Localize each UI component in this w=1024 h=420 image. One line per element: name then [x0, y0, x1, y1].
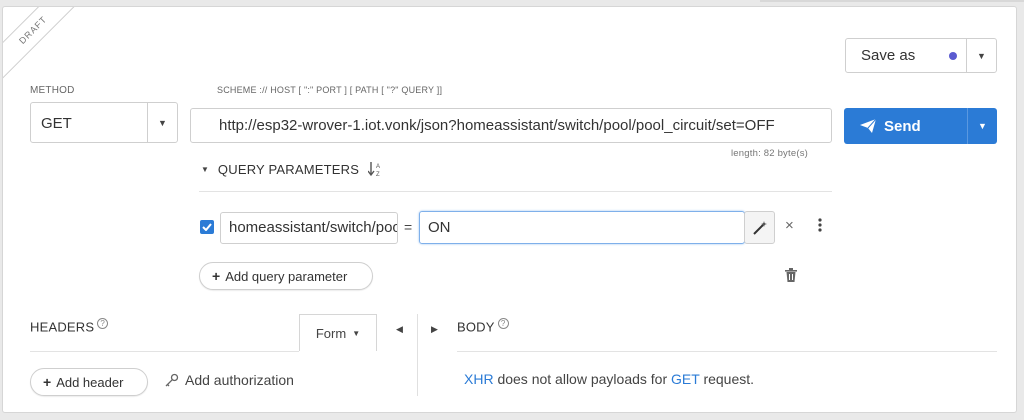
collapse-left-icon[interactable]: ◀	[396, 324, 403, 335]
get-link[interactable]: GET	[671, 371, 700, 387]
param-equals-sign: =	[404, 219, 413, 235]
send-button-group: Send ▼	[844, 108, 997, 144]
body-title-row: BODY?	[457, 318, 509, 334]
magic-wand-button[interactable]	[744, 211, 775, 244]
url-scheme-hint: SCHEME :// HOST [ ":" PORT ] [ PATH [ "?…	[217, 85, 443, 95]
url-length: length: 82 byte(s)	[731, 148, 809, 159]
save-as-button-group: Save as ▼	[845, 38, 997, 73]
headers-divider	[30, 351, 299, 352]
add-authorization-link[interactable]: Add authorization	[165, 372, 294, 388]
draft-ribbon: DRAFT	[3, 7, 85, 82]
caret-down-icon: ▼	[201, 164, 209, 174]
paper-plane-icon	[860, 119, 876, 133]
method-value: GET	[41, 115, 72, 132]
magic-wand-icon	[752, 220, 767, 235]
trash-icon[interactable]	[785, 268, 797, 287]
unsaved-dot-icon	[949, 52, 957, 60]
form-tab-label: Form	[315, 325, 347, 341]
query-parameters-title: QUERY PARAMETERS	[217, 161, 360, 177]
xhr-link[interactable]: XHR	[464, 371, 494, 387]
body-message: XHR does not allow payloads for GET requ…	[464, 371, 754, 387]
svg-text:A: A	[376, 164, 380, 170]
plus-icon: +	[43, 374, 52, 390]
top-edge-line	[760, 0, 1024, 2]
param-name-input[interactable]: homeassistant/switch/pool/pool_circuit/s…	[220, 212, 398, 244]
body-title: BODY	[457, 319, 495, 335]
expand-right-icon[interactable]: ▶	[431, 324, 438, 335]
svg-text:Z: Z	[376, 172, 380, 177]
add-query-parameter-label: Add query parameter	[225, 268, 348, 284]
query-parameters-toggle[interactable]: ▼ QUERY PARAMETERS AZ	[201, 161, 382, 178]
body-message-mid: does not allow payloads for	[497, 371, 668, 387]
caret-down-icon: ▼	[978, 121, 987, 131]
send-button[interactable]: Send	[844, 108, 967, 144]
url-input[interactable]: http://esp32-wrover-1.iot.vonk/json?home…	[190, 108, 832, 143]
plus-icon: +	[212, 268, 221, 284]
panel-splitter[interactable]	[417, 314, 418, 396]
headers-title: HEADERS	[30, 319, 95, 335]
body-message-end: request.	[703, 371, 755, 387]
help-icon[interactable]: ?	[97, 318, 109, 329]
form-tab[interactable]: Form ▼	[299, 314, 377, 351]
headers-title-row: HEADERS?	[30, 318, 109, 335]
add-authorization-label: Add authorization	[185, 372, 294, 388]
body-divider	[457, 351, 997, 352]
save-as-dropdown-button[interactable]: ▼	[966, 39, 996, 72]
save-as-label: Save as	[861, 47, 916, 64]
remove-param-icon[interactable]: ×	[785, 217, 794, 234]
checkmark-icon	[202, 223, 212, 231]
method-label: METHOD	[30, 85, 75, 96]
request-card: DRAFT Save as ▼ METHOD GET ▼ SCHEME :// …	[2, 6, 1017, 413]
query-parameters-divider	[199, 191, 832, 192]
caret-down-icon[interactable]: ▼	[147, 103, 177, 142]
add-header-button[interactable]: + Add header	[30, 368, 148, 396]
help-icon[interactable]: ?	[497, 318, 509, 329]
add-header-label: Add header	[56, 374, 124, 390]
key-icon	[165, 373, 179, 387]
add-query-parameter-button[interactable]: + Add query parameter	[199, 262, 373, 290]
more-options-icon[interactable]	[816, 217, 824, 233]
param-enabled-checkbox[interactable]	[200, 220, 214, 234]
method-select[interactable]: GET ▼	[30, 102, 178, 143]
caret-down-icon: ▼	[977, 50, 986, 61]
send-dropdown-button[interactable]: ▼	[967, 108, 997, 144]
caret-down-icon: ▼	[352, 328, 361, 338]
send-label: Send	[884, 117, 921, 135]
param-value-input[interactable]: ON	[419, 211, 745, 244]
sort-alpha-icon[interactable]: AZ	[368, 161, 382, 177]
